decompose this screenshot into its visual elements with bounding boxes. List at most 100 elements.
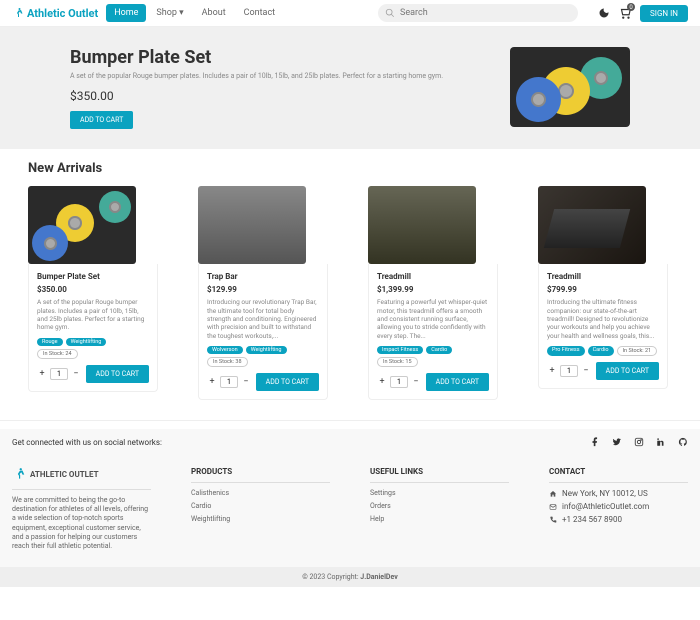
product-name: Treadmill <box>377 272 489 281</box>
header: Athletic Outlet Home Shop ▾ About Contac… <box>0 0 700 27</box>
product-description: A set of the popular Rouge bumper plates… <box>37 298 149 332</box>
footer-brand: ATHLETIC OUTLET <box>12 467 151 481</box>
product-image[interactable] <box>538 186 646 264</box>
product-tags: Rouge Weightlifting In Stock: 24 <box>37 338 149 359</box>
footer-links: USEFUL LINKS Settings Orders Help <box>370 467 509 555</box>
nav-home[interactable]: Home <box>106 4 146 22</box>
quantity-stepper: + − <box>207 376 251 388</box>
main-nav: Home Shop ▾ About Contact <box>106 4 283 22</box>
twitter-icon[interactable] <box>612 437 622 447</box>
product-name: Trap Bar <box>207 272 319 281</box>
qty-input[interactable] <box>390 376 408 388</box>
tag: Pro Fitness <box>547 346 585 356</box>
product-price: $350.00 <box>37 285 149 294</box>
divider <box>0 420 700 421</box>
footer-link[interactable]: Calisthenics <box>191 489 330 498</box>
add-to-cart-button[interactable]: ADD TO CART <box>426 373 489 391</box>
product-image[interactable] <box>198 186 306 264</box>
stock-badge: In Stock: 15 <box>377 357 418 367</box>
new-arrivals-section: New Arrivals Bumper Plate Set $350.00 A … <box>0 149 700 412</box>
tag: Cardio <box>426 346 452 354</box>
instagram-icon[interactable] <box>634 437 644 447</box>
product-tags: Wolverson Weightlifting In Stock: 38 <box>207 346 319 367</box>
product-tags: Pro Fitness Cardio In Stock: 21 <box>547 346 659 356</box>
brand-text: Athletic Outlet <box>27 7 98 20</box>
qty-minus[interactable]: − <box>411 377 421 387</box>
product-tags: Impact Fitness Cardio In Stock: 15 <box>377 346 489 367</box>
qty-plus[interactable]: + <box>207 377 217 387</box>
hero-desc: A set of the popular Rouge bumper plates… <box>70 72 480 81</box>
cart-button[interactable]: 0 <box>618 6 632 20</box>
stock-badge: In Stock: 38 <box>207 357 248 367</box>
search-wrap <box>378 4 578 22</box>
nav-about[interactable]: About <box>194 4 234 22</box>
footer-link[interactable]: Orders <box>370 502 509 511</box>
tag: Impact Fitness <box>377 346 423 354</box>
tag: Cardio <box>588 346 614 356</box>
linkedin-icon[interactable] <box>656 437 666 447</box>
quantity-stepper: + − <box>547 365 591 377</box>
facebook-icon[interactable] <box>590 437 600 447</box>
social-text: Get connected with us on social networks… <box>12 438 162 447</box>
signin-button[interactable]: SIGN IN <box>640 5 688 22</box>
qty-minus[interactable]: − <box>241 377 251 387</box>
footer-link[interactable]: Settings <box>370 489 509 498</box>
footer-link[interactable]: Cardio <box>191 502 330 511</box>
footer-about: ATHLETIC OUTLET We are committed to bein… <box>12 467 151 555</box>
hero-title: Bumper Plate Set <box>70 47 480 68</box>
qty-input[interactable] <box>50 368 68 380</box>
product-price: $129.99 <box>207 285 319 294</box>
tag: Rouge <box>37 338 63 346</box>
product-name: Treadmill <box>547 272 659 281</box>
product-grid: Bumper Plate Set $350.00 A set of the po… <box>28 186 672 400</box>
product-card: Treadmill $799.99 Introducing the ultima… <box>538 186 668 400</box>
home-icon <box>549 490 557 498</box>
qty-input[interactable] <box>560 365 578 377</box>
cart-badge: 0 <box>627 3 635 11</box>
footer-about-text: We are committed to being the go-to dest… <box>12 496 151 551</box>
github-icon[interactable] <box>678 437 688 447</box>
product-image[interactable] <box>28 186 136 264</box>
footer-link[interactable]: Help <box>370 515 509 524</box>
add-to-cart-button[interactable]: ADD TO CART <box>86 365 149 383</box>
product-price: $1,399.99 <box>377 285 489 294</box>
tag: Weightlifting <box>66 338 107 346</box>
product-image[interactable] <box>368 186 476 264</box>
add-to-cart-button[interactable]: ADD TO CART <box>596 362 659 380</box>
qty-minus[interactable]: − <box>71 369 81 379</box>
brand-logo[interactable]: Athletic Outlet <box>12 7 98 20</box>
social-bar: Get connected with us on social networks… <box>0 429 700 455</box>
chevron-down-icon: ▾ <box>179 8 184 18</box>
hero-add-to-cart[interactable]: ADD TO CART <box>70 111 133 129</box>
search-input[interactable] <box>378 4 578 22</box>
qty-input[interactable] <box>220 376 238 388</box>
product-price: $799.99 <box>547 285 659 294</box>
tag: Wolverson <box>207 346 243 354</box>
quantity-stepper: + − <box>37 368 81 380</box>
hero-image <box>510 47 630 127</box>
copyright: © 2023 Copyright: J.DanielDev <box>0 567 700 587</box>
nav-contact[interactable]: Contact <box>236 4 283 22</box>
qty-plus[interactable]: + <box>377 377 387 387</box>
product-description: Introducing our revolutionary Trap Bar, … <box>207 298 319 340</box>
product-description: Introducing the ultimate fitness compani… <box>547 298 659 340</box>
dark-mode-toggle[interactable] <box>598 7 610 19</box>
product-description: Featuring a powerful yet whisper-quiet m… <box>377 298 489 340</box>
mail-icon <box>549 503 557 511</box>
nav-shop[interactable]: Shop ▾ <box>148 4 191 22</box>
section-title: New Arrivals <box>28 161 672 176</box>
footer-link[interactable]: Weightlifting <box>191 515 330 524</box>
footer-contact: CONTACT New York, NY 10012, US info@Athl… <box>549 467 688 555</box>
search-icon <box>385 8 395 18</box>
runner-icon <box>12 467 26 481</box>
qty-plus[interactable]: + <box>547 366 557 376</box>
stock-badge: In Stock: 24 <box>37 349 78 359</box>
product-card: Bumper Plate Set $350.00 A set of the po… <box>28 186 158 400</box>
social-links <box>590 437 688 447</box>
hero-banner: Bumper Plate Set A set of the popular Ro… <box>0 27 700 149</box>
qty-plus[interactable]: + <box>37 369 47 379</box>
hero-price: $350.00 <box>70 89 480 103</box>
add-to-cart-button[interactable]: ADD TO CART <box>256 373 319 391</box>
qty-minus[interactable]: − <box>581 366 591 376</box>
phone-icon <box>549 516 557 524</box>
